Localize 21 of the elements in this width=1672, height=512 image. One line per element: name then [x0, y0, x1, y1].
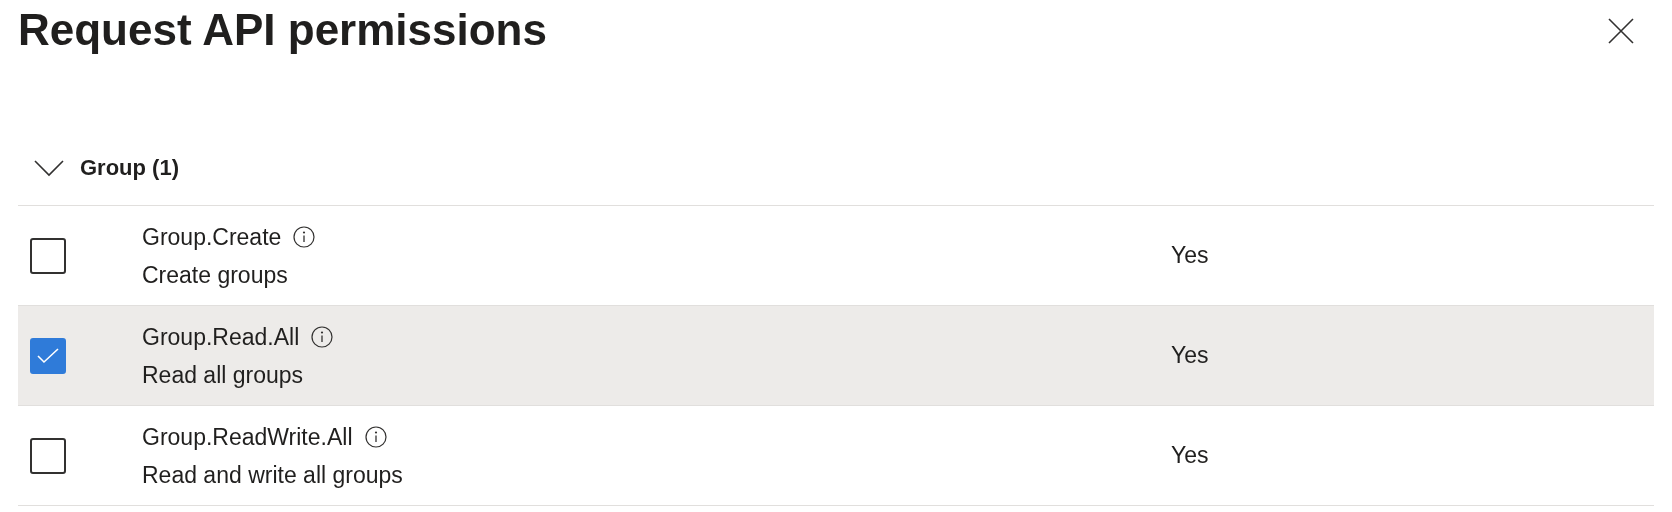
permission-name: Group.Read.All: [142, 322, 300, 351]
info-icon[interactable]: [311, 325, 334, 348]
permission-checkbox[interactable]: [30, 437, 66, 474]
info-icon[interactable]: [364, 425, 387, 448]
admin-consent-text: Yes: [1171, 441, 1209, 471]
close-button[interactable]: [1606, 16, 1636, 46]
permission-checkbox[interactable]: [30, 337, 66, 374]
close-icon: [1608, 18, 1634, 44]
admin-consent-text: Yes: [1171, 241, 1209, 271]
permission-description: Read all groups: [142, 360, 305, 389]
permission-row[interactable]: Group.Read.All Read all groups Yes: [18, 306, 1654, 406]
permission-name: Group.ReadWrite.All: [142, 422, 353, 451]
permission-description: Create groups: [142, 260, 289, 289]
panel-title: Request API permissions: [18, 4, 547, 56]
info-icon[interactable]: [293, 225, 316, 248]
permission-checkbox[interactable]: [30, 237, 66, 274]
admin-consent-text: Yes: [1171, 341, 1209, 371]
chevron-icon: [34, 158, 64, 177]
permission-description: Read and write all groups: [142, 460, 404, 489]
check-icon: [37, 347, 59, 364]
permission-name: Group.Create: [142, 222, 282, 251]
